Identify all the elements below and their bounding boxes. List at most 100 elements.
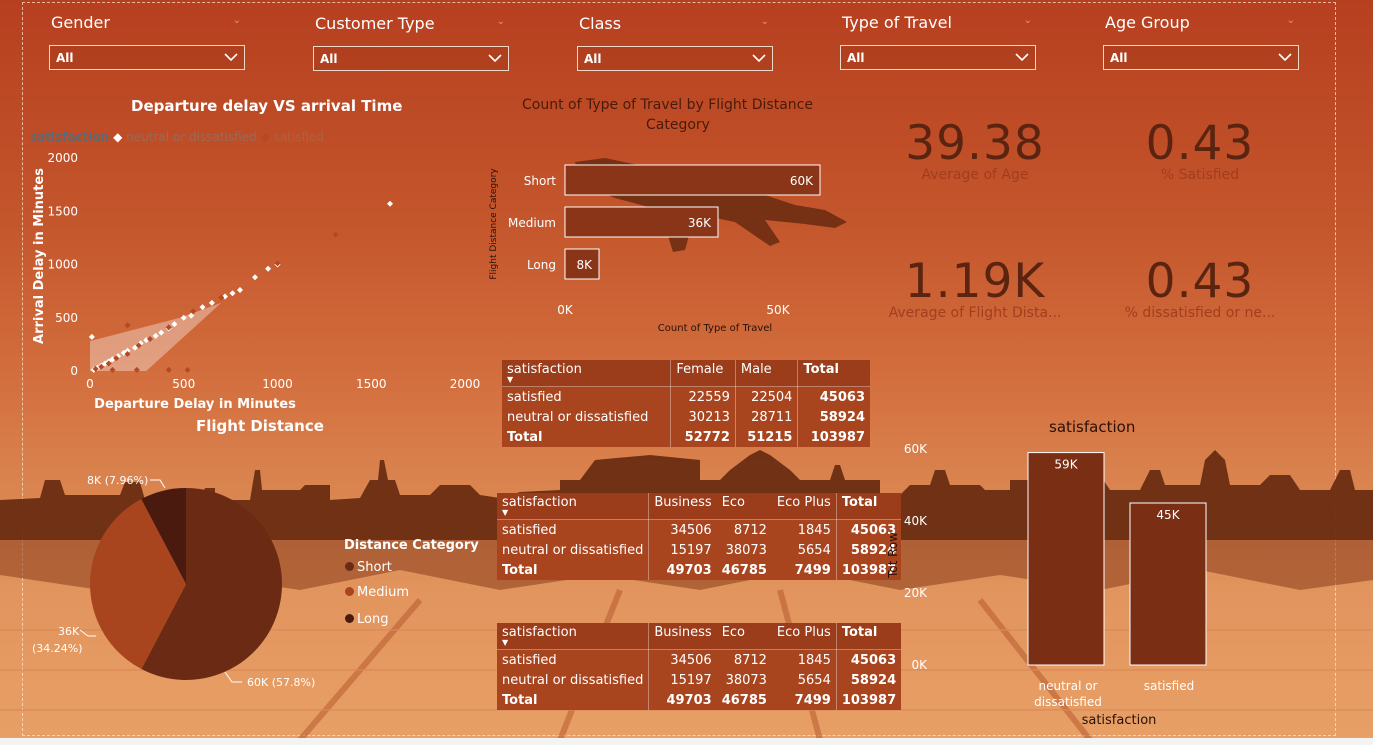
leader-line — [150, 479, 166, 489]
matrix-header-cell[interactable]: Business — [648, 493, 717, 520]
pie-legend-title: Distance Category — [344, 538, 479, 553]
matrix-header-cell[interactable]: Business — [648, 623, 717, 650]
matrix-header: satisfaction ▼ Business Eco Eco Plus Tota… — [497, 493, 902, 520]
kpi-average-distance: 1.19K Average of Flight Dista... — [880, 254, 1070, 321]
category-label: Medium — [508, 216, 556, 230]
chevron-down-icon[interactable]: ⌄ — [1287, 15, 1295, 26]
table-row: neutral or dissatisfied 30213 28711 5892… — [502, 407, 870, 427]
matrix-cell: 15197 — [670, 542, 712, 558]
scatter-point-satisfied — [274, 260, 281, 267]
pie-legend-long[interactable]: Long — [345, 612, 388, 627]
kpi-average-age: 39.38 Average of Age — [885, 116, 1065, 183]
page-tab-strip — [0, 738, 1373, 745]
scatter-point-satisfied — [124, 322, 131, 329]
pie-data-label: (34.24%) — [32, 642, 83, 655]
matrix-cell: 46785 — [721, 562, 767, 578]
scatter-legend: satisfaction ◆ neutral or dissatisfied ◆… — [30, 130, 324, 144]
matrix-cell: 45063 — [819, 389, 865, 405]
pie-legend-short[interactable]: Short — [345, 560, 392, 575]
matrix-cell: neutral or dissatisfied — [502, 407, 672, 427]
pie-legend-medium[interactable]: Medium — [345, 585, 409, 600]
pie-data-label: 8K (7.96%) — [87, 474, 148, 487]
sort-down-icon: ▼ — [507, 375, 514, 384]
matrix-header-cell[interactable]: satisfaction ▼ — [497, 493, 650, 520]
y-tick-label: 1000 — [47, 258, 78, 272]
gender-dropdown[interactable]: All — [49, 45, 245, 70]
x-tick-label: 0 — [86, 377, 94, 391]
class-dropdown-value: All — [584, 52, 602, 66]
matrix-header-cell[interactable]: Male — [735, 360, 799, 387]
matrix-cell: 1845 — [771, 649, 837, 670]
matrix-cell: 5654 — [771, 670, 837, 690]
matrix-header-cell[interactable]: Eco — [716, 493, 772, 520]
legend-dot-icon — [345, 587, 354, 596]
class-dropdown[interactable]: All — [577, 46, 773, 71]
scatter-legend-neutral[interactable]: neutral or dissatisfied — [126, 130, 256, 144]
matrix-header-cell[interactable]: Eco Plus — [771, 623, 837, 650]
table-row: neutral or dissatisfied 15197 38073 5654… — [497, 540, 901, 560]
chevron-down-icon[interactable]: ⌄ — [497, 16, 505, 27]
chevron-down-icon[interactable]: ⌄ — [1024, 15, 1032, 26]
table-total-row: Total 49703 46785 7499 103987 — [497, 560, 901, 580]
category-label: satisfied — [1144, 679, 1194, 693]
scatter-point-neutral — [265, 265, 272, 272]
type-of-travel-dropdown[interactable]: All — [840, 45, 1036, 70]
column-data-label: 45K — [1156, 508, 1180, 522]
matrix-cell: Total — [497, 560, 650, 580]
bar-data-label: 36K — [688, 216, 712, 230]
legend-dot-icon — [345, 562, 354, 571]
kpi-average-distance-value: 1.19K — [904, 254, 1046, 309]
x-tick-label: 500 — [172, 377, 195, 391]
matrix-header-cell[interactable]: satisfaction ▼ — [497, 623, 650, 650]
table-row: satisfied 22559 22504 45063 — [502, 386, 870, 407]
chevron-down-icon[interactable]: ⌄ — [233, 15, 241, 26]
matrix-header: satisfaction ▼ Business Eco Eco Plus Tota… — [497, 623, 902, 650]
category-label: Long — [527, 258, 556, 272]
y-tick-label: 20K — [904, 586, 928, 600]
gender-dropdown-value: All — [56, 51, 74, 65]
matrix-cell: 28711 — [735, 407, 799, 427]
matrix-header-cell[interactable]: Female — [670, 360, 736, 387]
y-tick-label: 2000 — [47, 151, 78, 165]
distance-bar-chart[interactable]: 60K Short 36K Medium 8K Long 0K 50K Count of Typ… — [480, 150, 880, 340]
age-group-dropdown[interactable]: All — [1103, 45, 1299, 70]
chevron-down-icon — [488, 54, 502, 63]
scatter-legend-title: satisfaction — [30, 130, 110, 144]
class-matrix-duplicate: satisfaction ▼ Business Eco Eco Plus Tota… — [497, 623, 902, 710]
sort-down-icon: ▼ — [502, 638, 509, 647]
diamond-icon: ◆ — [113, 130, 123, 144]
pie-data-label: 60K (57.8%) — [247, 676, 315, 689]
matrix-cell: 38073 — [725, 672, 767, 688]
scatter-legend-satisfied[interactable]: satisfied — [274, 130, 324, 144]
slicer-customer-type: Customer Type ⌄ All — [313, 14, 509, 71]
matrix-cell: 30213 — [670, 407, 736, 427]
distance-pie-chart[interactable]: 8K (7.96%) 36K (34.24%) 60K (57.8%) — [0, 460, 340, 700]
satisfaction-column-chart[interactable]: 60K 40K 20K 0K 59K 45K neutral or dissatisfied s… — [880, 440, 1240, 735]
scatter-point-neutral — [208, 299, 215, 306]
pie-data-label: 36K — [58, 625, 80, 638]
matrix-cell: 5654 — [771, 540, 837, 560]
matrix-header-cell[interactable]: Eco — [716, 623, 772, 650]
scatter-plot[interactable]: 2000 1500 1000 500 00 500 1000 1500 2000 Departur… — [20, 150, 490, 415]
customer-type-dropdown[interactable]: All — [313, 46, 509, 71]
matrix-header-cell[interactable]: Eco Plus — [771, 493, 837, 520]
gender-matrix: satisfaction ▼ Female Male Total satisfie… — [502, 360, 870, 447]
chevron-down-icon[interactable]: ⌄ — [761, 16, 769, 27]
bar-title-line1: Count of Type of Travel by Flight Distan… — [522, 97, 813, 113]
kpi-dissatisfied-label: % dissatisfied or ne... — [1124, 305, 1276, 321]
bar — [564, 164, 821, 196]
scatter-point-neutral — [237, 287, 243, 294]
table-row: neutral or dissatisfied 15197 38073 5654… — [497, 670, 901, 690]
leader-line — [79, 629, 96, 637]
matrix-header-cell[interactable]: Total — [797, 360, 870, 387]
matrix-cell: 34506 — [670, 652, 712, 668]
diamond-icon: ◆ — [260, 130, 270, 144]
x-tick-label: 50K — [766, 303, 790, 317]
matrix-header-cell[interactable]: satisfaction ▼ — [502, 360, 672, 387]
y-axis-label: Tot Row — [886, 532, 900, 579]
bar-data-label: 60K — [790, 174, 814, 188]
chevron-down-icon — [1015, 53, 1029, 62]
age-group-dropdown-value: All — [1110, 51, 1128, 65]
y-tick-label: 0K — [911, 658, 928, 672]
slicer-age-group-title: Age Group ⌄ — [1105, 13, 1295, 32]
